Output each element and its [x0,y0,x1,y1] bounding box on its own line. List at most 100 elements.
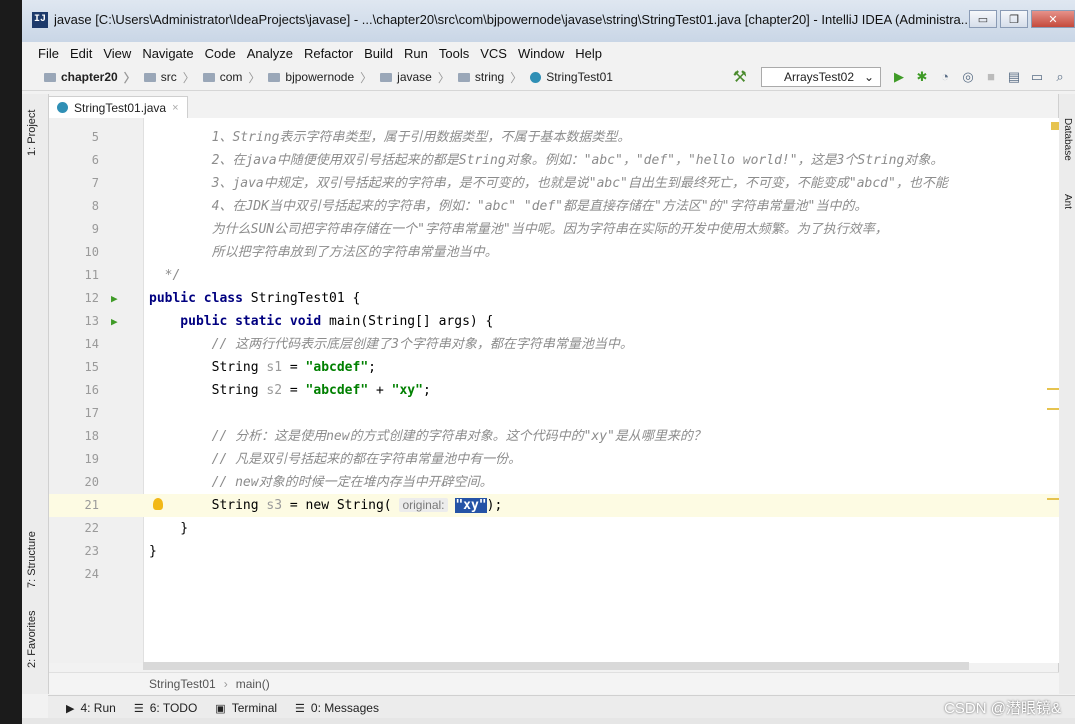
minimize-button[interactable]: ▭ [969,10,997,28]
code-comment: 为什么SUN公司把字符串存储在一个"字符串常量池"当中呢。因为字符串在实际的开发… [149,222,888,237]
todo-tool-button[interactable]: ☰ 6: TODO [134,701,197,715]
list-icon: ☰ [133,702,144,715]
code-line[interactable]: 16 String s2 = "abcdef" + "xy"; [49,379,1059,402]
breadcrumb-stringtest01[interactable]: StringTest01 [530,70,613,84]
structure-tool-button[interactable]: 7: Structure [26,531,38,588]
menu-vcs[interactable]: VCS [480,46,507,61]
code-line[interactable]: 5 1、String表示字符串类型，属于引用数据类型，不属于基本数据类型。 [49,126,1059,149]
code-comment: */ [149,268,181,283]
close-button[interactable]: ✕ [1031,10,1075,28]
favorites-tool-button[interactable]: 2: Favorites [26,611,38,668]
breadcrumb-class[interactable]: StringTest01 [149,677,216,691]
line-number: 16 [84,383,99,397]
menu-file[interactable]: File [38,46,59,61]
menu-edit[interactable]: Edit [70,46,92,61]
code-line[interactable]: 21 String s3 = new String( original: "xy… [49,494,1059,517]
code-line[interactable]: 20 // new对象的时候一定在堆内存当中开辟空间。 [49,471,1059,494]
code-text: // 这两行代码表示底层创建了3个字符串对象，都在字符串常量池当中。 [149,333,633,356]
line-number: 17 [84,406,99,420]
profile-icon[interactable]: ◎ [960,69,976,85]
line-number: 7 [91,176,99,190]
breadcrumb-bjpowernode[interactable]: bjpowernode 〉 [268,69,372,86]
menu-run[interactable]: Run [404,46,428,61]
tab-stringtest01[interactable]: StringTest01.java × [48,96,188,118]
menu-refactor[interactable]: Refactor [304,46,353,61]
horizontal-scrollbar[interactable] [143,662,969,670]
error-stripe[interactable] [1047,118,1059,663]
line-number: 19 [84,452,99,466]
gutter-run-icon[interactable]: ▶ [111,310,118,333]
title-bar: IJ javase [C:\Users\Administrator\IdeaPr… [22,0,1075,42]
code-line[interactable]: 9 为什么SUN公司把字符串存储在一个"字符串常量池"当中呢。因为字符串在实际的… [49,218,1059,241]
terminal-tool-button[interactable]: ▣ Terminal [215,701,277,715]
line-number: 5 [91,130,99,144]
package-icon [268,72,281,82]
inspection-status-icon[interactable] [1051,122,1059,130]
menu-view[interactable]: View [103,46,131,61]
code-line[interactable]: 24 [49,563,1059,586]
code-editor[interactable]: 5 1、String表示字符串类型，属于引用数据类型，不属于基本数据类型。 6 2… [49,118,1059,663]
code-line[interactable]: 14 // 这两行代码表示底层创建了3个字符串对象，都在字符串常量池当中。 [49,333,1059,356]
code-comment: 1、String表示字符串类型，属于引用数据类型，不属于基本数据类型。 [149,130,631,145]
run-icon[interactable]: ▶ [891,69,907,85]
code-line[interactable]: 11 */ [49,264,1059,287]
menu-tools[interactable]: Tools [439,46,469,61]
breadcrumb-chapter20[interactable]: chapter20 〉 [44,69,136,86]
editor-tabs: StringTest01.java × [48,94,188,118]
menu-help[interactable]: Help [575,46,602,61]
string-literal: "xy" [455,498,487,513]
menu-navigate[interactable]: Navigate [142,46,193,61]
code-line[interactable]: 15 String s1 = "abcdef"; [49,356,1059,379]
menu-code[interactable]: Code [205,46,236,61]
code-line[interactable]: 13 ▶ public static void main(String[] arg… [49,310,1059,333]
menu-build[interactable]: Build [364,46,393,61]
run-configuration-select[interactable]: ArraysTest02 ⌄ [761,67,881,87]
code-line[interactable]: 17 [49,402,1059,425]
maximize-button[interactable]: ❐ [1000,10,1028,28]
run-tool-button[interactable]: ▶ 4: Run [66,701,116,715]
project-tool-button[interactable]: 1: Project [26,110,38,156]
code-text: */ [149,264,181,287]
breadcrumb-string[interactable]: string 〉 [457,69,522,86]
editor-breadcrumb: StringTest01 › main() [49,672,1059,694]
breadcrumb-com[interactable]: com 〉 [202,69,260,86]
project-structure-icon[interactable]: ▤ [1006,69,1022,85]
chevron-down-icon: ⌄ [863,70,874,84]
database-tool-button[interactable]: Database [1062,118,1073,161]
menu-analyze[interactable]: Analyze [247,46,293,61]
breadcrumb-javase[interactable]: javase 〉 [380,69,450,86]
warning-mark[interactable] [1047,498,1059,500]
stop-icon[interactable]: ■ [983,69,999,85]
gutter-run-icon[interactable]: ▶ [111,287,118,310]
line-number: 18 [84,429,99,443]
warning-mark[interactable] [1047,408,1059,410]
code-line[interactable]: 8 4、在JDK当中双引号括起来的字符串，例如："abc" "def"都是直接存… [49,195,1059,218]
coverage-icon[interactable]: ◔ [937,69,953,85]
warning-mark[interactable] [1047,388,1059,390]
code-line[interactable]: 7 3、java中规定，双引号括起来的字符串，是不可变的，也就是说"abc"自出… [49,172,1059,195]
ant-tool-button[interactable]: Ant [1062,194,1073,209]
terminal-icon[interactable]: ▭ [1029,69,1045,85]
code-line[interactable]: 18 // 分析：这是使用new的方式创建的字符串对象。这个代码中的"xy"是从… [49,425,1059,448]
code-token: StringTest01 { [250,291,361,306]
code-line[interactable]: 19 // 凡是双引号括起来的都在字符串常量池中有一份。 [49,448,1059,471]
debug-icon[interactable]: ✱ [914,69,930,85]
breadcrumb-src[interactable]: src 〉 [143,69,195,86]
messages-tool-button[interactable]: ☰ 0: Messages [295,701,379,715]
build-hammer-icon[interactable]: ⚒ [733,67,747,87]
code-line[interactable]: 12 ▶ public class StringTest01 { [49,287,1059,310]
close-tab-icon[interactable]: × [172,102,178,114]
code-line[interactable]: 23} [49,540,1059,563]
screen-border [0,0,22,724]
line-number: 21 [84,498,99,512]
code-comment: // 凡是双引号括起来的都在字符串常量池中有一份。 [149,452,522,467]
menu-window[interactable]: Window [518,46,564,61]
search-icon[interactable]: ⌕ [1052,69,1068,85]
code-line[interactable]: 22 } [49,517,1059,540]
keyword: public class [149,291,251,306]
code-line[interactable]: 10 所以把字符串放到了方法区的字符串常量池当中。 [49,241,1059,264]
terminal-icon: ▣ [215,702,226,715]
breadcrumb-method[interactable]: main() [236,677,270,691]
code-line[interactable]: 6 2、在java中随便使用双引号括起来的都是String对象。例如："abc"… [49,149,1059,172]
code-token: } [149,544,157,559]
